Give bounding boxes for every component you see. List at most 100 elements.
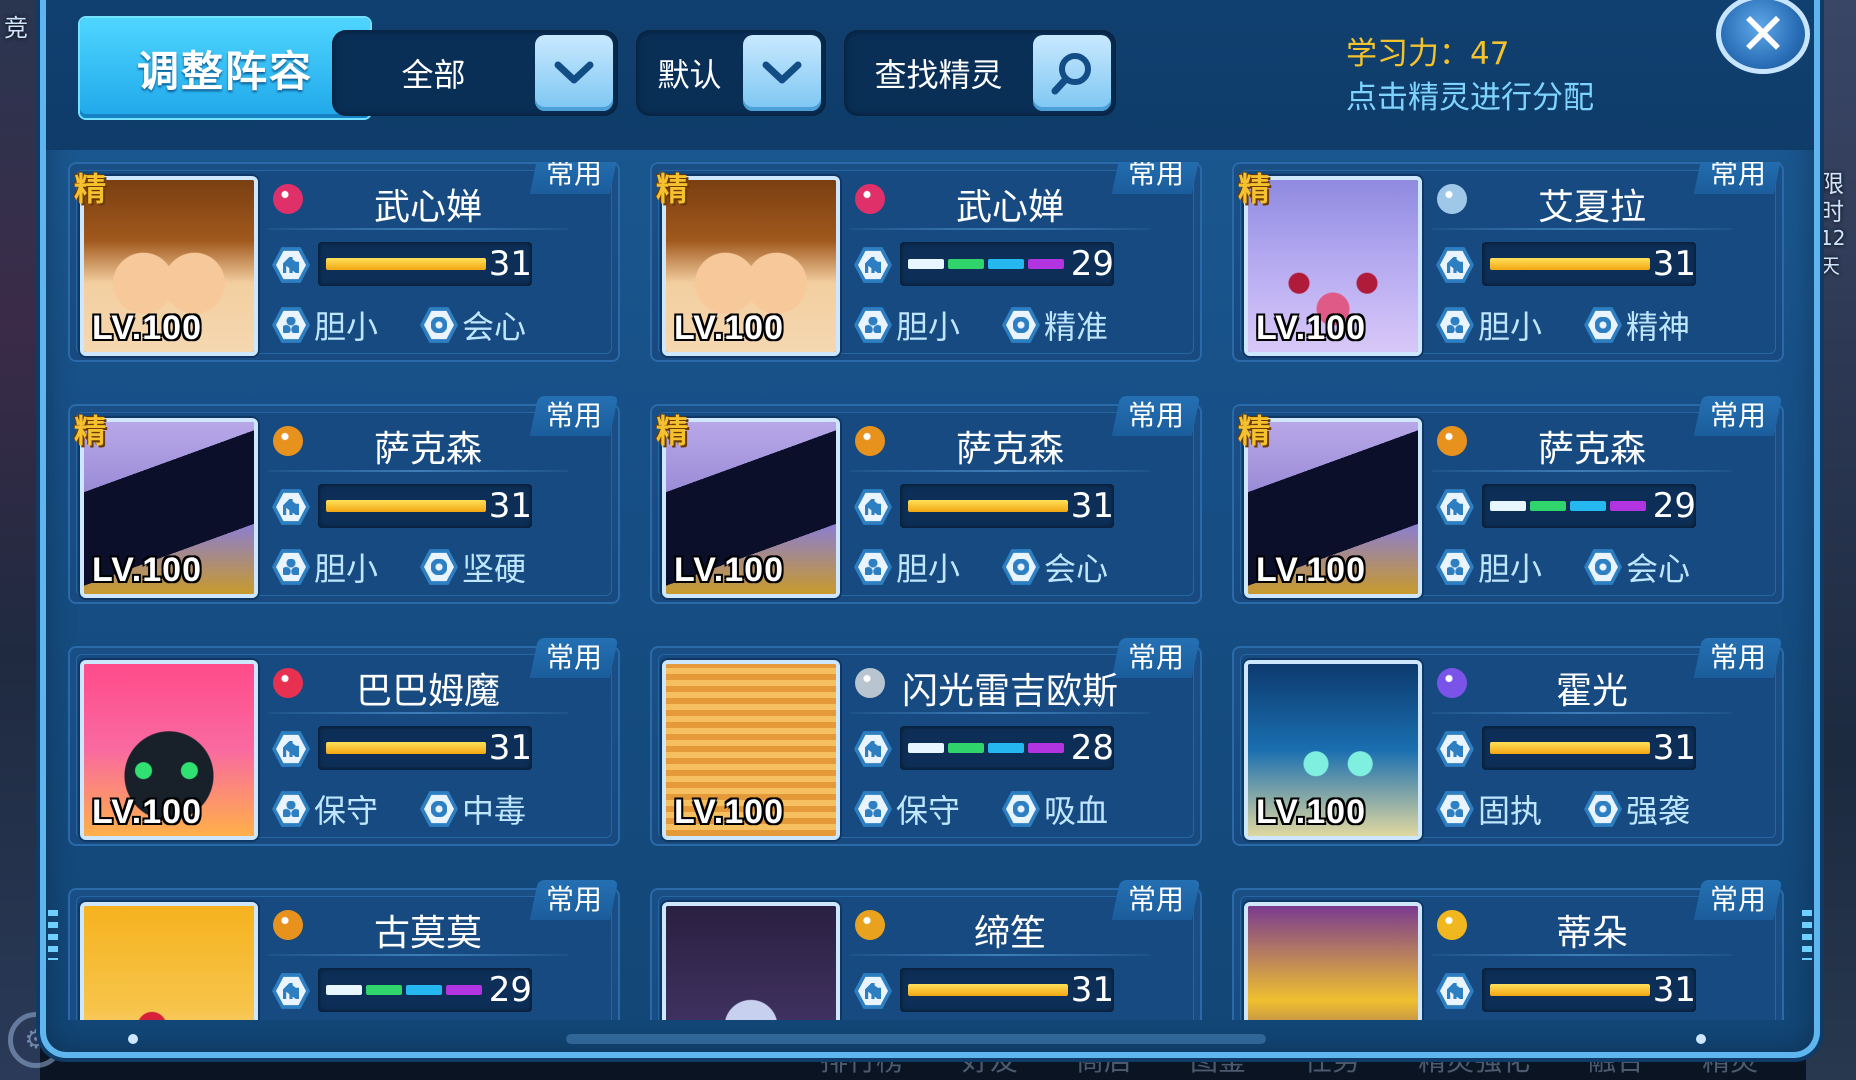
spirit-portrait[interactable] <box>80 902 258 1020</box>
stat-bar: 28 <box>900 726 1114 770</box>
stat-bar: 31 <box>900 968 1114 1012</box>
divider <box>850 712 1150 714</box>
divider <box>268 470 568 472</box>
background-edge-text-right-2: 12天 <box>1820 226 1846 278</box>
sort-filter-dropdown[interactable]: 默认 <box>636 30 826 116</box>
spirit-portrait[interactable] <box>1244 902 1422 1020</box>
spirit-portrait[interactable]: LV.100 <box>80 660 258 840</box>
search-field[interactable]: 查找精灵 <box>844 30 1116 116</box>
learn-power-label: 学习力：47 <box>1346 36 1510 72</box>
spirit-name: 缔笙 <box>973 913 1046 954</box>
spirit-name: 蒂朵 <box>1555 913 1628 954</box>
spirit-card[interactable]: 常用 LV.100 精 武心婵 31 胆小 会心 <box>68 162 620 362</box>
stat-value: 31 <box>488 728 532 768</box>
divider <box>1432 470 1732 472</box>
spirit-name: 萨克森 <box>373 429 482 470</box>
nature-icon <box>272 791 310 827</box>
stat-bar-segment <box>1490 501 1526 511</box>
spirit-card[interactable]: 常用 LV.100 精 萨克森 31 胆小 会心 <box>650 396 1202 604</box>
elite-badge: 精 <box>656 170 689 208</box>
nature-label: 保守 <box>314 792 379 830</box>
nature-icon <box>854 307 892 343</box>
nature-icon <box>1436 549 1474 585</box>
stat-value: 31 <box>1070 486 1114 526</box>
spirit-portrait[interactable]: LV.100 <box>662 418 840 598</box>
ability-label: 会心 <box>1044 550 1109 588</box>
stat-bar: 31 <box>318 726 532 770</box>
level-label: LV.100 <box>92 793 202 831</box>
stat-icon <box>1436 247 1474 283</box>
toolbar: 调整阵容 全部 默认 查找精灵 学习力：47 点击精灵进行分配 <box>46 0 1814 150</box>
ability-icon <box>420 791 458 827</box>
divider <box>850 470 1150 472</box>
ability-label: 坚硬 <box>462 550 527 588</box>
stat-bar: 29 <box>900 242 1114 286</box>
spirit-name: 巴巴姆魔 <box>355 671 500 712</box>
search-icon[interactable] <box>1033 35 1111 111</box>
stat-bar-segment <box>1610 501 1646 511</box>
spirit-art <box>666 906 836 1020</box>
category-filter-dropdown[interactable]: 全部 <box>332 30 618 116</box>
level-label: LV.100 <box>674 793 784 831</box>
stat-bar-segment <box>326 985 362 995</box>
ability-label: 会心 <box>462 308 527 346</box>
spirit-portrait[interactable]: LV.100 <box>80 176 258 356</box>
stat-bar: 31 <box>900 484 1114 528</box>
spirit-portrait[interactable]: LV.100 <box>1244 418 1422 598</box>
spirit-portrait[interactable]: LV.100 <box>1244 176 1422 356</box>
stat-bar-fill <box>1490 742 1650 754</box>
assign-hint: 点击精灵进行分配 <box>1346 80 1594 116</box>
spirit-card[interactable]: 常用 LV.100 霍光 31 固执 强袭 <box>1232 638 1784 846</box>
nature-icon <box>272 307 310 343</box>
spirit-card[interactable]: 常用 蒂朵 31 <box>1232 880 1784 1020</box>
background-left-strip <box>0 0 40 1080</box>
spirit-card[interactable]: 常用 古莫莫 29 <box>68 880 620 1020</box>
level-label: LV.100 <box>1256 551 1366 589</box>
right-edge-decoration <box>1802 910 1812 960</box>
chevron-down-icon[interactable] <box>535 35 613 111</box>
stat-value: 29 <box>1652 486 1696 526</box>
spirit-portrait[interactable] <box>662 902 840 1020</box>
stat-value: 31 <box>488 486 532 526</box>
spirit-art <box>1248 906 1418 1020</box>
spirit-card[interactable]: 常用 LV.100 巴巴姆魔 31 保守 中毒 <box>68 638 620 846</box>
ability-label: 会心 <box>1626 550 1691 588</box>
spirit-grid: 常用 LV.100 精 武心婵 31 胆小 会心 常用 LV.100 精 武心婵… <box>68 162 1786 1020</box>
element-icon <box>273 910 303 940</box>
divider <box>1432 228 1732 230</box>
spirit-portrait[interactable]: LV.100 <box>1244 660 1422 840</box>
spirit-card[interactable]: 常用 LV.100 精 萨克森 29 胆小 会心 <box>1232 396 1784 604</box>
ability-label: 精准 <box>1044 308 1109 346</box>
left-edge-decoration <box>48 910 58 960</box>
search-input[interactable]: 查找精灵 <box>844 50 1033 96</box>
stat-value: 29 <box>488 970 532 1010</box>
scrollbar[interactable] <box>566 1034 1266 1044</box>
element-icon <box>273 668 303 698</box>
stat-bar-fill <box>1490 984 1650 996</box>
chevron-down-icon[interactable] <box>743 35 821 111</box>
spirit-card[interactable]: 常用 缔笙 31 <box>650 880 1202 1020</box>
stat-value: 31 <box>488 244 532 284</box>
divider <box>268 228 568 230</box>
stat-bar-fill <box>1490 258 1650 270</box>
spirit-card[interactable]: 常用 LV.100 精 武心婵 29 胆小 精准 <box>650 162 1202 362</box>
stat-bar-segment <box>988 743 1024 753</box>
spirit-card[interactable]: 常用 LV.100 精 艾夏拉 31 胆小 精神 <box>1232 162 1784 362</box>
category-filter-label: 全部 <box>401 56 466 94</box>
spirit-card[interactable]: 常用 LV.100 闪光雷吉欧斯 28 保守 吸血 <box>650 638 1202 846</box>
stat-bar-segment <box>1028 259 1064 269</box>
spirit-name: 萨克森 <box>955 429 1064 470</box>
spirit-portrait[interactable]: LV.100 <box>662 176 840 356</box>
divider <box>850 954 1150 956</box>
background-edge-text-right: 限时 <box>1820 170 1844 226</box>
spirit-portrait[interactable]: LV.100 <box>80 418 258 598</box>
level-label: LV.100 <box>92 309 202 347</box>
element-icon <box>1437 668 1467 698</box>
element-icon <box>273 426 303 456</box>
spirit-portrait[interactable]: LV.100 <box>662 660 840 840</box>
adjust-lineup-tab[interactable]: 调整阵容 <box>80 18 370 118</box>
ability-icon <box>1584 549 1622 585</box>
spirit-card[interactable]: 常用 LV.100 精 萨克森 31 胆小 坚硬 <box>68 396 620 604</box>
nature-icon <box>272 549 310 585</box>
divider <box>268 954 568 956</box>
